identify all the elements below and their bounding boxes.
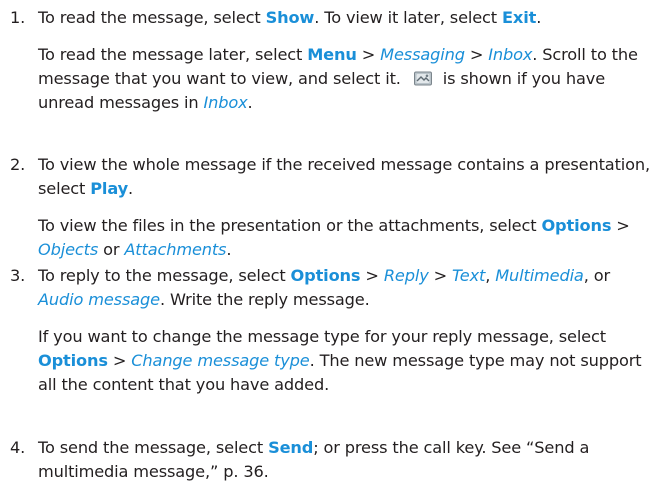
step-4-paragraph-1: To send the message, select Send; or pre… [38,438,590,481]
step-1-paragraph-1: To read the message, select Show. To vie… [38,8,542,27]
inbox-option: Inbox [488,45,533,64]
step-2-paragraph-1: To view the whole message if the receive… [38,155,650,198]
reply-option: Reply [383,266,429,285]
menu-option: Menu [307,45,357,64]
step-1-paragraph-2: To read the message later, select Menu >… [38,45,638,112]
objects-option: Objects [38,240,99,259]
play-option: Play [90,179,128,198]
text-option: Text [452,266,486,285]
options-option: Options [541,216,612,235]
change-message-type-option: Change message type [131,351,310,370]
messaging-option: Messaging [380,45,465,64]
step-number: 3. [10,266,26,285]
step-number: 2. [10,155,26,174]
show-option: Show [265,8,315,27]
unread-message-icon [413,71,432,86]
options-option: Options [38,351,108,370]
exit-option: Exit [502,8,537,27]
step-2-paragraph-2: To view the files in the presentation or… [38,216,630,259]
send-option: Send [268,438,314,457]
attachments-option: Attachments [124,240,227,259]
options-option: Options [290,266,361,285]
manual-page: 1. To read the message, select Show. To … [0,0,667,489]
audio-message-option: Audio message [38,290,160,309]
step-3-paragraph-1: To reply to the message, select Options … [38,266,610,309]
step-number: 1. [10,8,26,27]
step-3-paragraph-2: If you want to change the message type f… [38,327,642,394]
inbox-option-2: Inbox [203,93,248,112]
step-number: 4. [10,438,26,457]
multimedia-option: Multimedia [495,266,584,285]
